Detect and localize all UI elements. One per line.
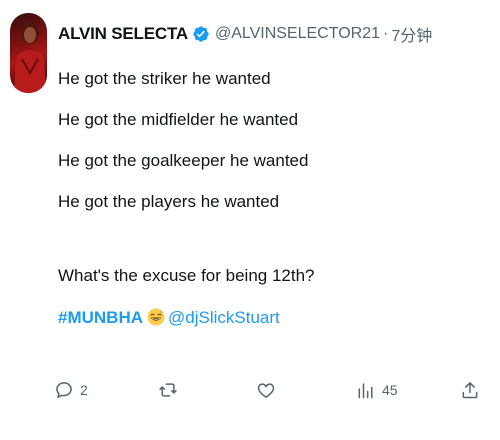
tweet-line: He got the striker he wanted — [58, 69, 271, 88]
tweet-line: He got the midfielder he wanted — [58, 110, 299, 129]
tweet-tags-line: #MUNBHA @djSlickStuart — [58, 305, 488, 329]
verified-badge-icon — [192, 25, 210, 43]
grinning-sweat-emoji-icon — [147, 308, 165, 326]
tweet[interactable]: ALVIN SELECTA @ALVINSELECTOR21 · 7分钟 He … — [0, 0, 500, 440]
tweet-actions: 2 45 — [0, 376, 500, 404]
avatar-image — [10, 13, 47, 93]
hashtag-link[interactable]: #MUNBHA — [58, 307, 143, 328]
reply-icon — [56, 382, 72, 399]
tweet-line: He got the players he wanted — [58, 192, 280, 211]
tweet-line: He got the goalkeeper he wanted — [58, 151, 309, 170]
tweet-timestamp[interactable]: 7分钟 — [391, 22, 432, 46]
author-name[interactable]: ALVIN SELECTA — [58, 24, 188, 44]
share-icon — [462, 382, 478, 399]
share-button[interactable] — [460, 376, 480, 404]
tweet-header: ALVIN SELECTA @ALVINSELECTOR21 · 7分钟 — [58, 22, 432, 46]
like-button[interactable] — [256, 376, 282, 404]
avatar[interactable] — [10, 13, 47, 93]
views-icon — [358, 383, 373, 399]
tweet-text: He got the striker he wanted He got the … — [58, 68, 488, 329]
reply-button[interactable]: 2 — [54, 376, 88, 404]
reply-count: 2 — [80, 382, 88, 398]
retweet-icon — [159, 383, 177, 397]
views-count: 45 — [382, 382, 398, 398]
header-separator: · — [383, 25, 389, 42]
mention-link[interactable]: @djSlickStuart — [168, 307, 280, 328]
tweet-line: What's the excuse for being 12th? — [58, 266, 315, 285]
like-icon — [257, 383, 275, 398]
views-button[interactable]: 45 — [356, 376, 398, 404]
retweet-button[interactable] — [158, 376, 184, 404]
author-handle[interactable]: @ALVINSELECTOR21 — [215, 25, 380, 43]
